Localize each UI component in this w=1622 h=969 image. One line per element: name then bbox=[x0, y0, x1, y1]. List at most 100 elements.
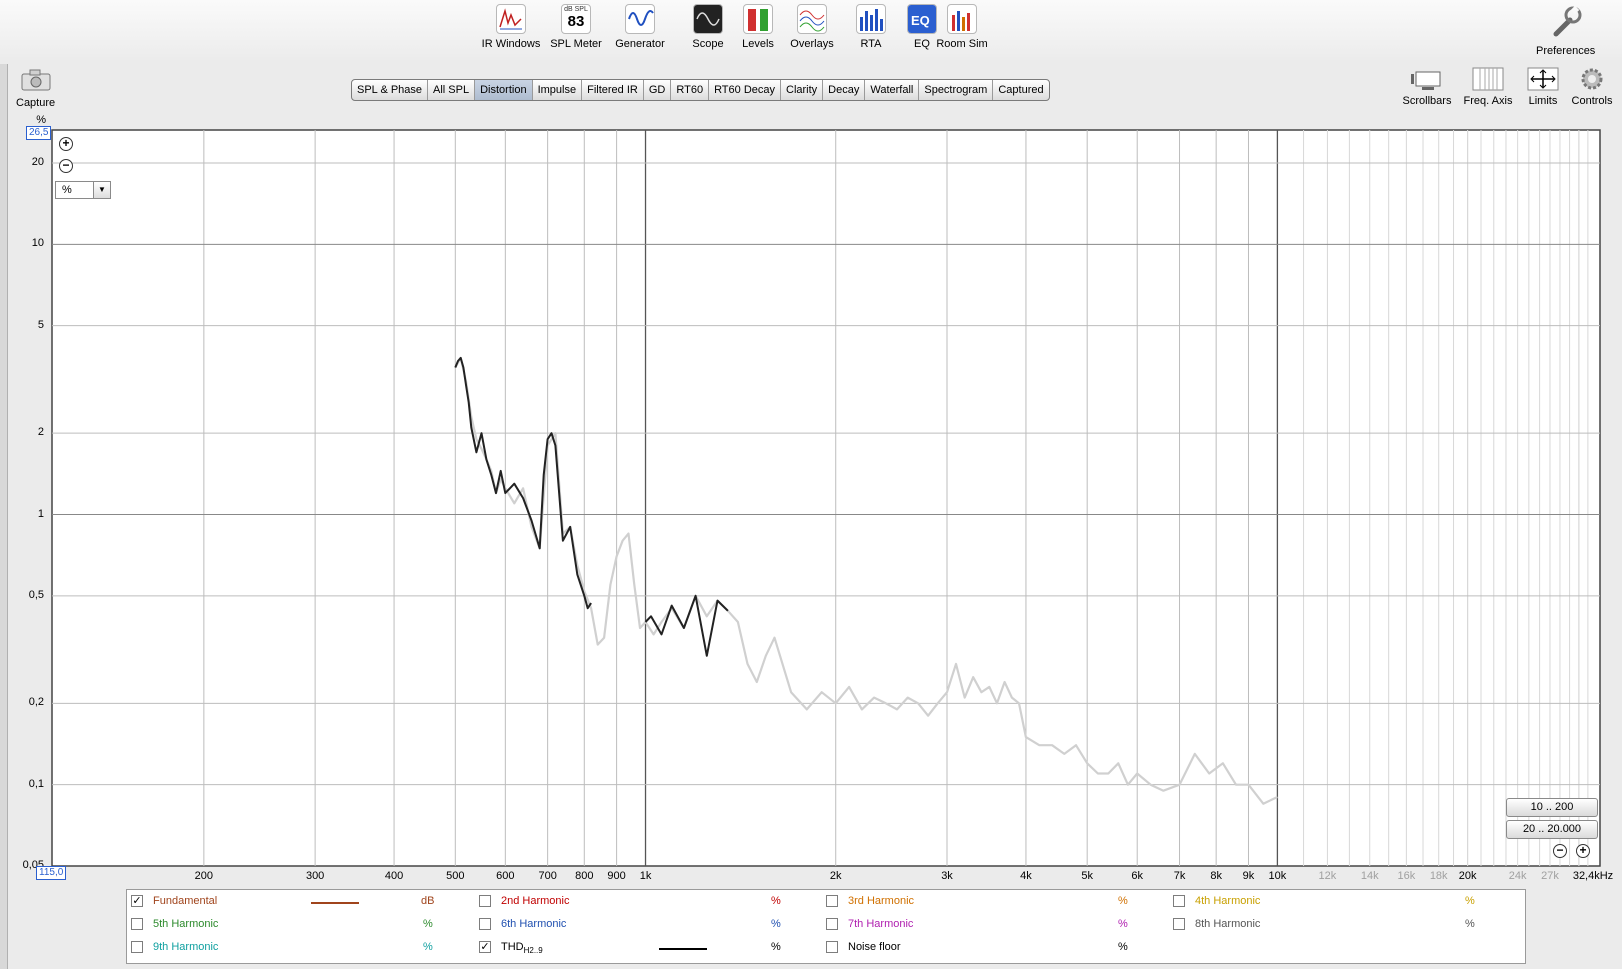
legend-unit: % bbox=[771, 918, 781, 930]
chevron-down-icon: ▼ bbox=[93, 182, 110, 198]
legend-unit: % bbox=[423, 941, 433, 953]
legend-line-swatch[interactable] bbox=[311, 902, 359, 904]
legend-checkbox[interactable] bbox=[131, 941, 143, 953]
y-tick-label: 2 bbox=[37, 426, 44, 439]
legend-label-subscript: H2..9 bbox=[523, 946, 543, 956]
x-tick-label: 6k bbox=[1131, 870, 1144, 882]
legend-item-noise-floor: Noise floor% bbox=[826, 938, 1166, 958]
x-min-input[interactable]: 115,0 bbox=[36, 866, 67, 880]
legend-label: 2nd Harmonic bbox=[501, 895, 569, 907]
legend-label-text: 9th Harmonic bbox=[153, 941, 219, 953]
legend-checkbox[interactable] bbox=[479, 895, 491, 907]
legend-label-text: 7th Harmonic bbox=[848, 918, 914, 930]
y-tick-label: 0,1 bbox=[28, 777, 44, 790]
x-tick-label: 600 bbox=[496, 870, 515, 882]
y-tick-label: 20 bbox=[31, 156, 44, 169]
unit-select[interactable]: % ▼ bbox=[55, 181, 111, 199]
legend-unit: % bbox=[1118, 918, 1128, 930]
x-tick-label: 3k bbox=[941, 870, 953, 882]
distortion-plot[interactable] bbox=[0, 0, 1622, 969]
range-button-20-20000[interactable]: 20 .. 20.000 bbox=[1506, 820, 1598, 839]
x-tick-label: 700 bbox=[538, 870, 557, 882]
legend-label: 4th Harmonic bbox=[1195, 895, 1260, 907]
legend-checkbox[interactable]: ✓ bbox=[131, 895, 143, 907]
x-tick-label: 9k bbox=[1242, 870, 1255, 882]
legend-unit: % bbox=[423, 918, 433, 930]
legend-label-text: 8th Harmonic bbox=[1195, 918, 1261, 930]
legend-checkbox[interactable] bbox=[479, 918, 491, 930]
legend-item-2nd-harmonic: 2nd Harmonic% bbox=[479, 892, 819, 912]
legend-label-text: 6th Harmonic bbox=[501, 918, 567, 930]
legend-label: Noise floor bbox=[848, 941, 901, 953]
legend-checkbox[interactable]: ✓ bbox=[479, 941, 491, 953]
legend-item-9th-harmonic: 9th Harmonic% bbox=[131, 938, 471, 958]
legend-line-swatch[interactable] bbox=[659, 948, 707, 950]
legend-item-3rd-harmonic: 3rd Harmonic% bbox=[826, 892, 1166, 912]
x-tick-label: 400 bbox=[384, 870, 404, 882]
x-tick-label: 1k bbox=[639, 870, 652, 882]
legend-label-text: 2nd Harmonic bbox=[501, 895, 570, 907]
legend-label-text: 5th Harmonic bbox=[153, 918, 219, 930]
legend-label: 6th Harmonic bbox=[501, 918, 566, 930]
x-tick-label: 2k bbox=[829, 870, 842, 882]
legend-item-8th-harmonic: 8th Harmonic% bbox=[1173, 915, 1513, 935]
y-tick-label: 0,2 bbox=[28, 696, 44, 709]
x-tick-label: 10k bbox=[1268, 870, 1287, 882]
trace-legend: ✓ Fundamental dB 2nd Harmonic% 3rd Harmonic%… bbox=[126, 889, 1526, 964]
legend-unit: % bbox=[1465, 895, 1475, 907]
y-max-input[interactable]: 26,5 bbox=[26, 126, 52, 140]
legend-label-text: Noise floor bbox=[848, 941, 901, 953]
x-tick-label: 20k bbox=[1458, 870, 1477, 882]
legend-item-6th-harmonic: 6th Harmonic% bbox=[479, 915, 819, 935]
legend-label: 3rd Harmonic bbox=[848, 895, 914, 907]
x-tick-label: 32,4kHz bbox=[1572, 870, 1614, 882]
legend-unit: % bbox=[1118, 941, 1128, 953]
legend-item-fundamental: ✓ Fundamental dB bbox=[131, 892, 471, 912]
legend-label-text: THD bbox=[501, 941, 524, 953]
x-tick-label: 4k bbox=[1020, 870, 1032, 882]
plot-area bbox=[51, 129, 1601, 867]
legend-label: Fundamental bbox=[153, 895, 217, 907]
x-tick-label: 16k bbox=[1397, 870, 1416, 882]
legend-checkbox[interactable] bbox=[826, 895, 838, 907]
legend-unit: % bbox=[1118, 895, 1128, 907]
legend-label: 7th Harmonic bbox=[848, 918, 913, 930]
zoom-in-x-button[interactable]: + bbox=[1576, 844, 1590, 858]
zoom-out-y-button[interactable]: − bbox=[59, 159, 73, 173]
legend-item-thd: ✓ THDH2..9% bbox=[479, 938, 819, 958]
legend-unit: % bbox=[1465, 918, 1475, 930]
x-tick-label: 14k bbox=[1360, 870, 1379, 882]
y-tick-label: 10 bbox=[31, 237, 44, 250]
legend-unit: % bbox=[771, 895, 781, 907]
range-button-10-200[interactable]: 10 .. 200 bbox=[1506, 798, 1598, 817]
legend-label-text: 4th Harmonic bbox=[1195, 895, 1261, 907]
legend-label: 5th Harmonic bbox=[153, 918, 218, 930]
zoom-in-y-button[interactable]: + bbox=[59, 137, 73, 151]
legend-checkbox[interactable] bbox=[826, 918, 838, 930]
zoom-out-x-button[interactable]: − bbox=[1553, 844, 1567, 858]
x-tick-label: 8k bbox=[1210, 870, 1222, 882]
legend-item-5th-harmonic: 5th Harmonic% bbox=[131, 915, 471, 935]
legend-label: 8th Harmonic bbox=[1195, 918, 1260, 930]
legend-label: 9th Harmonic bbox=[153, 941, 218, 953]
x-tick-label: 7k bbox=[1173, 870, 1186, 882]
legend-unit: % bbox=[771, 941, 781, 953]
y-tick-label: 1 bbox=[37, 507, 44, 520]
x-tick-label: 12k bbox=[1318, 870, 1337, 882]
x-tick-label: 900 bbox=[607, 870, 626, 882]
legend-checkbox[interactable] bbox=[1173, 895, 1185, 907]
x-tick-label: 27k bbox=[1541, 870, 1559, 882]
legend-checkbox[interactable] bbox=[826, 941, 838, 953]
legend-item-7th-harmonic: 7th Harmonic% bbox=[826, 915, 1166, 935]
legend-label-text: 3rd Harmonic bbox=[848, 895, 915, 907]
x-tick-label: 800 bbox=[575, 870, 594, 882]
y-unit-label: % bbox=[36, 114, 46, 126]
legend-label-text: Fundamental bbox=[153, 895, 218, 907]
x-tick-label: 300 bbox=[305, 870, 325, 882]
legend-checkbox[interactable] bbox=[1173, 918, 1185, 930]
legend-checkbox[interactable] bbox=[131, 918, 143, 930]
legend-unit: dB bbox=[421, 895, 435, 907]
legend-item-4th-harmonic: 4th Harmonic% bbox=[1173, 892, 1513, 912]
x-tick-label: 5k bbox=[1081, 870, 1093, 882]
y-tick-label: 0,5 bbox=[28, 588, 44, 601]
